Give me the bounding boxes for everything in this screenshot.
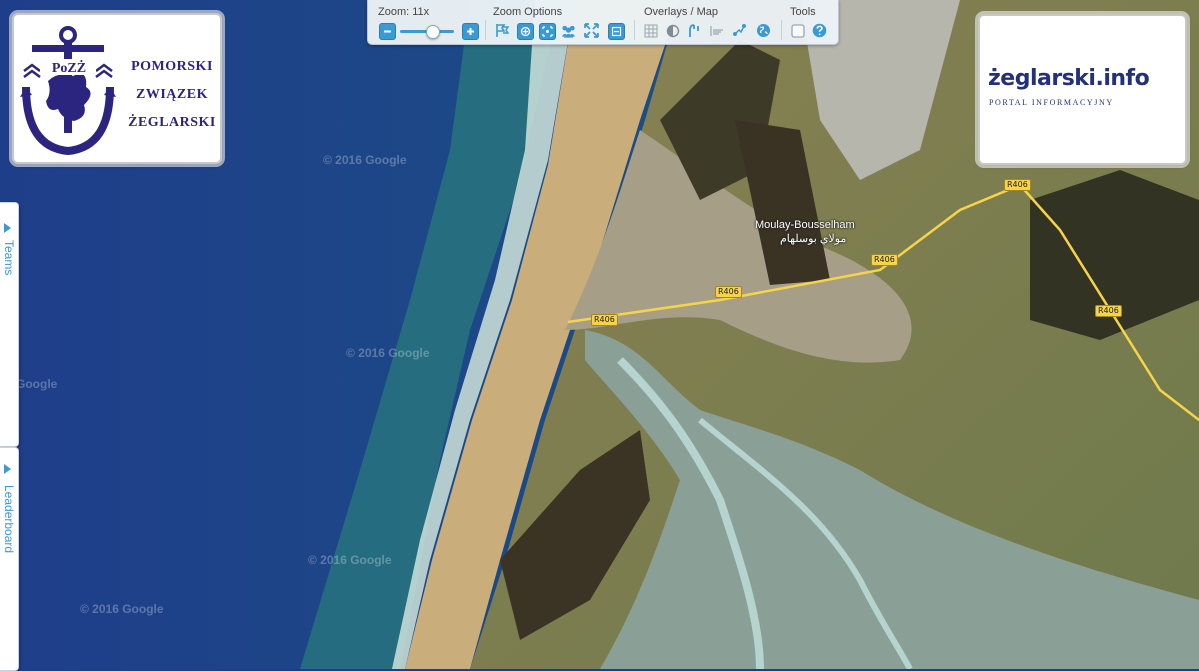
leaderboard-tab-label: Leaderboard [2, 485, 16, 554]
road-shield: R406 [591, 314, 618, 326]
road-shield: R406 [1004, 179, 1031, 191]
map-watermark: © 2016 Google [308, 553, 392, 567]
fleet-button[interactable] [561, 23, 576, 38]
map-watermark: © 2016 Google [323, 153, 407, 167]
tools-label: Tools [790, 6, 816, 18]
expand-icon [584, 23, 599, 38]
map-type-button[interactable] [756, 23, 771, 38]
zoom-label: Zoom: 11x [378, 6, 430, 18]
wind-icon [709, 25, 723, 36]
target-button[interactable] [539, 23, 556, 40]
plus-icon [467, 28, 474, 35]
pozz-name: POMORSKI ZWIĄZEK ŻEGLARSKI [122, 53, 222, 137]
track-toggle[interactable] [686, 23, 701, 38]
grid-toggle[interactable] [643, 23, 658, 38]
toolbar-separator [634, 20, 635, 40]
help-icon [812, 23, 827, 38]
group-icon [561, 25, 576, 38]
route-toggle[interactable] [732, 23, 747, 38]
tool-checkbox[interactable] [790, 23, 805, 38]
map-toolbar: Zoom: 11x Zoom Options Overlays / Map To… [367, 0, 839, 45]
pozz-line: ŻEGLARSKI [128, 115, 216, 130]
route-icon [733, 24, 746, 36]
contrast-toggle[interactable] [665, 23, 680, 38]
contrast-icon [666, 24, 679, 37]
road-shield: R406 [871, 254, 898, 266]
wind-toggle[interactable] [709, 23, 724, 38]
town-label: Moulay-Bousselham [755, 219, 855, 231]
zeglarski-title: żeglarski.info [988, 66, 1150, 91]
help-button[interactable] [812, 23, 827, 38]
town-label-arabic: مولاي بوسلهام [780, 233, 847, 245]
zoom-to-boat-button[interactable] [517, 23, 534, 40]
toolbar-separator [485, 20, 486, 40]
anchor-griffin-emblem [20, 26, 116, 156]
overlays-label: Overlays / Map [644, 6, 718, 18]
zoom-slider-handle[interactable] [426, 25, 440, 39]
pozz-initials: PoZŻ [51, 61, 87, 76]
zeglarski-subtitle: PORTAL INFORMACYJNY [989, 98, 1114, 107]
target-icon [542, 26, 553, 37]
minus-icon [384, 30, 391, 33]
expand-arrow-icon [4, 464, 11, 474]
teams-tab-label: Teams [2, 240, 16, 276]
plus-square-icon [520, 26, 531, 37]
toolbar-separator [781, 20, 782, 40]
flags-icon [496, 24, 510, 37]
minus-square-icon [611, 26, 622, 37]
track-icon [688, 24, 699, 37]
fit-all-button[interactable] [584, 23, 599, 38]
pozz-line: ZWIĄZEK [136, 87, 208, 102]
map-watermark: © 2016 Google [80, 602, 164, 616]
zoom-out-button[interactable] [379, 23, 396, 40]
zoom-in-button[interactable] [462, 23, 479, 40]
flag-button[interactable] [495, 23, 510, 38]
map-watermark: Google [16, 377, 58, 391]
pozz-logo: PoZŻ POMORSKI ZWIĄZEK ŻEGLARSKI [12, 13, 222, 164]
checkbox-icon [790, 23, 805, 38]
globe-icon [757, 24, 770, 37]
teams-tab[interactable]: Teams [0, 202, 19, 447]
grid-icon [644, 24, 657, 37]
collapse-button[interactable] [608, 23, 625, 40]
road-shield: R406 [1095, 305, 1122, 317]
zeglarski-info-logo: żeglarski.info PORTAL INFORMACYJNY [978, 14, 1187, 165]
road-shield: R406 [715, 286, 742, 298]
map-watermark: © 2016 Google [346, 346, 430, 360]
expand-arrow-icon [4, 223, 11, 233]
pozz-line: POMORSKI [131, 59, 213, 74]
leaderboard-tab[interactable]: Leaderboard [0, 447, 19, 671]
zoom-options-label: Zoom Options [493, 6, 563, 18]
